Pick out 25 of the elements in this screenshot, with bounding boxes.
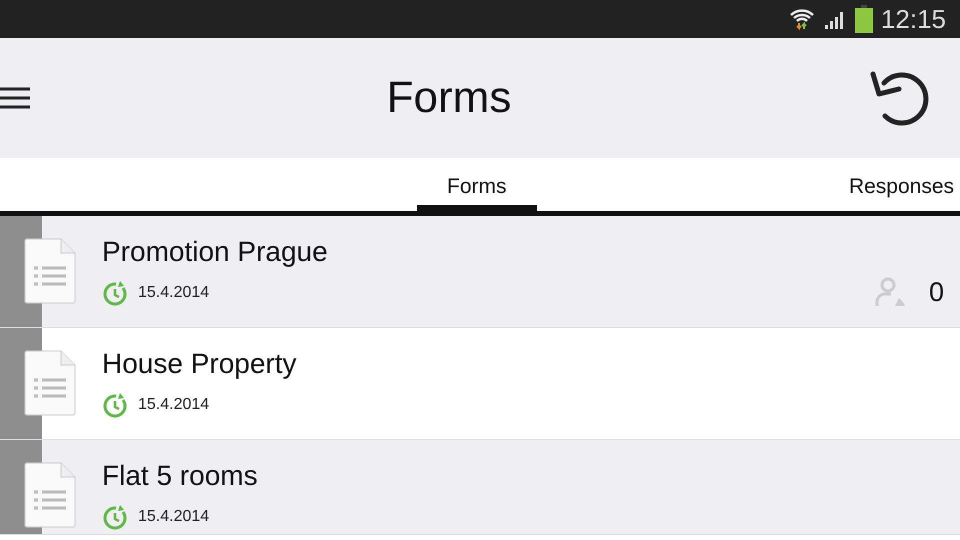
form-row[interactable]: Promotion Prague 15.4.2014 0 bbox=[0, 216, 960, 328]
form-row[interactable]: Flat 5 rooms 15.4.2014 bbox=[0, 440, 960, 535]
response-count: 0 bbox=[928, 276, 944, 308]
document-icon bbox=[24, 462, 76, 528]
document-icon bbox=[24, 238, 76, 304]
form-date: 15.4.2014 bbox=[138, 396, 210, 414]
person-icon bbox=[874, 276, 907, 308]
menu-icon bbox=[0, 86, 30, 110]
sync-clock-icon bbox=[102, 280, 128, 306]
tab[interactable]: Responses bbox=[818, 175, 960, 211]
battery-icon bbox=[854, 5, 873, 33]
status-time: 12:15 bbox=[880, 4, 946, 34]
form-title: House Property bbox=[102, 348, 298, 380]
refresh-button[interactable] bbox=[868, 69, 930, 127]
undo-icon bbox=[868, 69, 930, 127]
form-date: 15.4.2014 bbox=[138, 508, 210, 526]
form-row[interactable]: House Property 15.4.2014 bbox=[0, 328, 960, 440]
document-icon bbox=[24, 350, 76, 416]
sync-clock-icon bbox=[102, 504, 128, 530]
form-title: Promotion Prague bbox=[102, 236, 329, 268]
app-title: Forms bbox=[386, 73, 512, 123]
form-date: 15.4.2014 bbox=[138, 284, 210, 302]
menu-button[interactable] bbox=[0, 86, 30, 110]
sync-clock-icon bbox=[102, 392, 128, 418]
form-title: Flat 5 rooms bbox=[102, 460, 259, 492]
